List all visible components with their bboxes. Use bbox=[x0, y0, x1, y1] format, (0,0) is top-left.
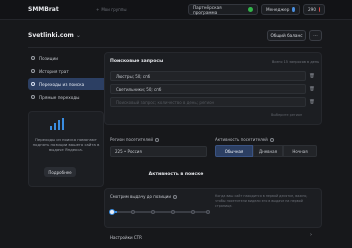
queries-title: Поисковые запросы bbox=[110, 59, 164, 64]
promo-text: Переходы из поиска помогают поднять пози… bbox=[32, 137, 100, 152]
site-selector[interactable]: Svetlinki.com ⌄ bbox=[28, 32, 81, 39]
manager-label: Менеджер bbox=[266, 7, 290, 12]
my-groups-link[interactable]: + Мои группы bbox=[96, 7, 127, 12]
header-divider bbox=[28, 47, 322, 48]
ctr-settings-label: Настройки CTR bbox=[110, 234, 142, 240]
slider-label: Смотрим выдачу до позиции bbox=[110, 194, 171, 199]
balance-status-icon bbox=[319, 7, 320, 12]
info-icon[interactable] bbox=[269, 138, 274, 142]
sidebar-item-label: Прямые переходы bbox=[39, 94, 80, 100]
query-row[interactable]: Люстры; 50; спб bbox=[110, 71, 306, 81]
queries-hint: Выберите регион bbox=[271, 113, 303, 117]
sidebar-item-search-visits[interactable]: Переходы из поиска bbox=[28, 78, 116, 90]
chevron-right-icon[interactable]: › bbox=[310, 232, 312, 238]
direct-icon bbox=[31, 95, 35, 99]
positions-icon bbox=[31, 56, 35, 60]
slider-tick[interactable] bbox=[191, 210, 195, 214]
sidebar-item-direct-visits[interactable]: Прямые переходы bbox=[28, 91, 116, 103]
activity-option-night[interactable]: Ночная bbox=[283, 145, 317, 157]
balance-label: 290 bbox=[308, 7, 316, 12]
slider-tick[interactable] bbox=[151, 210, 155, 214]
my-groups-label: Мои группы bbox=[101, 7, 127, 12]
activity-label-wrap: Активность посетителей bbox=[215, 137, 274, 142]
sidebar-item-label: Позиции bbox=[39, 55, 58, 61]
app-logo[interactable]: SMMBrat bbox=[28, 6, 59, 13]
manager-status-icon bbox=[292, 7, 295, 12]
slider-label-wrap: Смотрим выдачу до позиции bbox=[110, 194, 177, 199]
general-balance-button[interactable]: Общий баланс bbox=[267, 30, 306, 41]
info-icon[interactable] bbox=[172, 195, 177, 199]
new-query-input[interactable]: Поисковый запрос; количество в день; рег… bbox=[110, 97, 306, 107]
partner-status-icon bbox=[248, 7, 253, 12]
activity-option-day[interactable]: Дневная bbox=[253, 145, 283, 157]
region-label-wrap: Регион посетителей bbox=[110, 137, 159, 142]
sidebar-item-label: Переходы из поиска bbox=[39, 81, 85, 87]
activity-search-title: Активность в поиске bbox=[148, 172, 204, 177]
sidebar-item-label: История трат bbox=[39, 68, 69, 74]
partner-program-button[interactable]: Партнёрская программа bbox=[188, 4, 258, 15]
slider-tick[interactable] bbox=[131, 210, 135, 214]
delete-icon[interactable]: 🗑 bbox=[308, 84, 316, 94]
chevron-down-icon: ⌄ bbox=[75, 32, 81, 39]
sidebar-item-positions[interactable]: Позиции bbox=[28, 52, 116, 64]
slider-tick[interactable] bbox=[171, 210, 175, 214]
region-label: Регион посетителей bbox=[110, 137, 153, 142]
sidebar-nav: Позиции История трат Переходы из поиска … bbox=[28, 52, 116, 104]
activity-option-normal[interactable]: Обычная bbox=[215, 145, 253, 157]
more-button[interactable]: ··· bbox=[309, 30, 322, 41]
manager-button[interactable]: Менеджер bbox=[261, 4, 300, 15]
sidebar-item-spending-history[interactable]: История трат bbox=[28, 65, 116, 77]
chart-bars-icon bbox=[50, 118, 64, 130]
info-icon[interactable] bbox=[154, 138, 159, 142]
balance-button[interactable]: 290 bbox=[303, 4, 325, 15]
activity-label: Активность посетителей bbox=[215, 137, 268, 142]
region-select[interactable]: 225 • Россия bbox=[110, 146, 207, 157]
activity-description: Когда ваш сайт находится в первой десятк… bbox=[215, 194, 308, 208]
ctr-settings-row[interactable]: Настройки CTR bbox=[104, 230, 322, 244]
search-icon bbox=[31, 82, 35, 86]
plus-icon: + bbox=[96, 7, 100, 12]
site-title: Svetlinki.com bbox=[28, 32, 74, 39]
partner-program-label: Партнёрская программа bbox=[193, 4, 222, 15]
history-icon bbox=[31, 69, 35, 73]
query-row[interactable]: Светильники; 50; спб bbox=[110, 84, 306, 94]
queries-meta: Всего 15 запросов в день bbox=[272, 60, 320, 64]
slider-tick[interactable] bbox=[206, 210, 210, 214]
position-slider-handle[interactable] bbox=[109, 209, 115, 215]
delete-icon[interactable]: 🗑 bbox=[308, 97, 316, 107]
delete-icon[interactable]: 🗑 bbox=[308, 71, 316, 81]
